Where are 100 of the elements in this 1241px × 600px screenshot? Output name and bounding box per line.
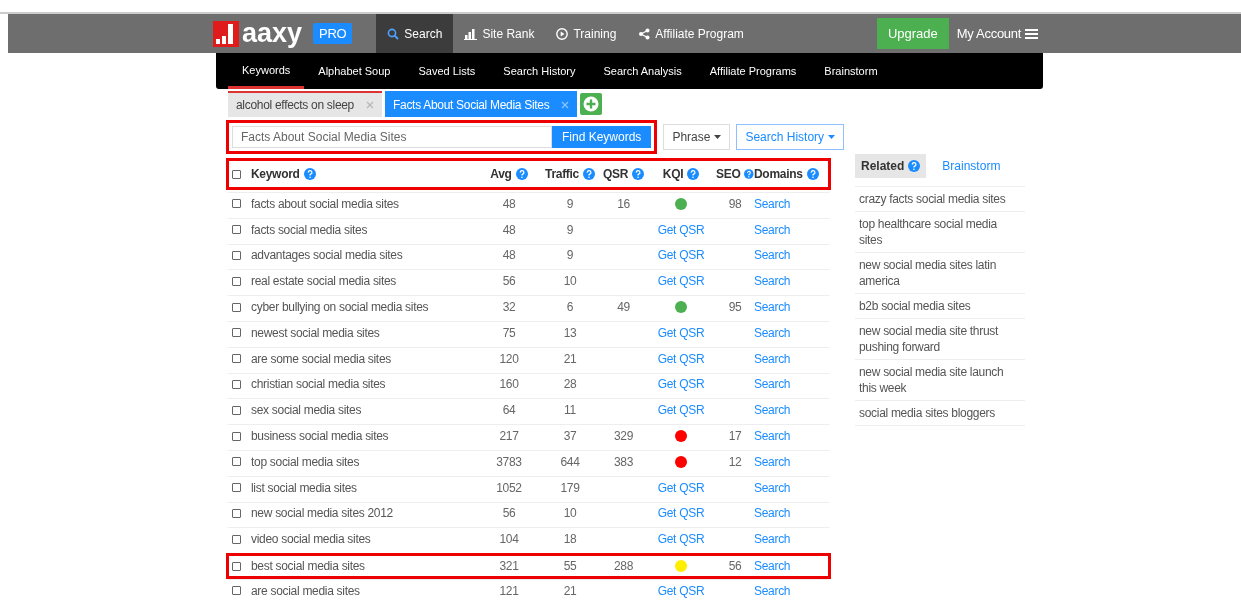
column-header[interactable]: Traffic (545, 167, 579, 181)
phrase-dropdown[interactable]: Phrase (663, 124, 731, 150)
get-qsr-link[interactable]: Get QSR (657, 480, 705, 495)
checkbox[interactable] (232, 379, 241, 389)
help-icon[interactable] (303, 168, 316, 180)
search-tab[interactable]: Facts About Social Media Sites (385, 91, 578, 117)
nav-tab[interactable]: Training (545, 14, 628, 53)
menu-icon[interactable] (1025, 28, 1038, 39)
traffic-cell-text: 10 (562, 274, 578, 289)
search-link[interactable]: Search (754, 454, 791, 469)
checkbox[interactable] (232, 225, 241, 235)
related-keyword[interactable]: new social media sites latin america (855, 253, 1025, 294)
traffic-cell-text: 6 (565, 300, 575, 315)
account-menu[interactable]: My Account (956, 26, 1021, 41)
checkbox[interactable] (232, 328, 241, 338)
caret-icon (714, 135, 722, 139)
checkbox[interactable] (232, 534, 241, 544)
upgrade-button[interactable]: Upgrade (876, 18, 949, 49)
column-header[interactable]: SEO (716, 167, 741, 181)
search-link[interactable]: Search (754, 583, 791, 598)
avg-cell-text: 56 (501, 274, 517, 289)
find-keywords-button[interactable]: Find Keywords (552, 126, 652, 148)
checkbox[interactable] (232, 457, 241, 467)
help-icon[interactable] (582, 168, 595, 180)
column-header[interactable]: Domains (754, 167, 803, 181)
search-link[interactable]: Search (754, 480, 791, 495)
qsr-cell-text: 49 (616, 300, 631, 315)
related-keyword[interactable]: new social media site thrust pushing forward (855, 319, 1025, 360)
related-tab[interactable]: Related (855, 154, 927, 178)
checkbox[interactable] (232, 508, 241, 518)
related-keyword[interactable]: b2b social media sites (855, 294, 1025, 319)
checkbox[interactable] (232, 561, 241, 571)
subnav-tab[interactable]: Saved Lists (404, 53, 490, 89)
checkbox[interactable] (232, 431, 241, 441)
get-qsr-link[interactable]: Get QSR (657, 377, 705, 392)
search-link[interactable]: Search (754, 377, 791, 392)
column-header[interactable]: QSR (602, 167, 629, 181)
nav-tab[interactable]: Affiliate Program (627, 14, 755, 53)
search-field[interactable]: Facts About Social Media Sites (232, 126, 552, 148)
subnav-tab[interactable]: Affiliate Programs (695, 53, 811, 89)
traffic-cell-text: 644 (559, 454, 581, 469)
subnav-tab[interactable]: Alphabet Soup (304, 53, 405, 89)
help-icon[interactable] (908, 160, 921, 172)
help-icon[interactable] (806, 168, 819, 180)
checkbox[interactable] (232, 405, 241, 415)
search-link[interactable]: Search (754, 325, 791, 340)
search-link[interactable]: Search (754, 351, 791, 366)
subnav-tab[interactable]: Search Analysis (589, 53, 696, 89)
search-link[interactable]: Search (754, 559, 791, 574)
get-qsr-link[interactable]: Get QSR (657, 583, 705, 598)
related-keyword[interactable]: crazy facts social media sites (855, 187, 1025, 212)
column-header[interactable]: KQI (662, 167, 684, 181)
add-tab-icon[interactable] (580, 93, 603, 115)
search-tab[interactable]: alcohol effects on sleep (228, 91, 382, 117)
play-circle-icon (556, 27, 569, 40)
related-keyword[interactable]: top healthcare social media sites (855, 212, 1025, 253)
help-icon[interactable] (687, 168, 700, 180)
avg-cell-text: 3783 (495, 454, 523, 469)
related-keyword[interactable]: new social media site launch this week (855, 360, 1025, 401)
help-icon[interactable] (515, 168, 528, 180)
search-link[interactable]: Search (754, 429, 791, 444)
checkbox[interactable] (232, 251, 241, 260)
get-qsr-link[interactable]: Get QSR (657, 222, 705, 237)
seo-cell-text: 17 (727, 429, 743, 444)
column-header[interactable]: Avg (490, 167, 512, 181)
search-link[interactable]: Search (754, 506, 791, 521)
related-keyword[interactable]: social media sites bloggers (855, 401, 1025, 426)
help-icon[interactable] (632, 168, 645, 180)
help-icon[interactable] (744, 168, 754, 180)
checkbox[interactable] (232, 169, 241, 179)
search-history-dropdown[interactable]: Search History (736, 124, 845, 150)
nav-tab[interactable]: Site Rank (453, 14, 546, 53)
subnav-tab[interactable]: Search History (489, 53, 590, 89)
search-link[interactable]: Search (754, 248, 791, 263)
checkbox[interactable] (232, 354, 241, 364)
traffic-cell-text: 55 (562, 559, 578, 574)
checkbox[interactable] (232, 586, 241, 596)
search-link[interactable]: Search (754, 300, 791, 315)
search-link[interactable]: Search (754, 274, 791, 289)
get-qsr-link[interactable]: Get QSR (657, 248, 705, 263)
checkbox[interactable] (232, 199, 241, 209)
search-link[interactable]: Search (754, 532, 791, 547)
get-qsr-link[interactable]: Get QSR (657, 403, 705, 418)
get-qsr-link[interactable]: Get QSR (657, 325, 705, 340)
get-qsr-link[interactable]: Get QSR (657, 532, 705, 547)
get-qsr-link[interactable]: Get QSR (657, 274, 705, 289)
search-link[interactable]: Search (754, 196, 791, 211)
checkbox[interactable] (232, 483, 241, 493)
related-tab[interactable]: Brainstorm (936, 154, 1007, 178)
caret-icon (828, 135, 836, 139)
get-qsr-link[interactable]: Get QSR (657, 506, 705, 521)
subnav-tab[interactable]: Brainstorm (810, 53, 892, 89)
traffic-cell-text: 21 (562, 351, 578, 366)
checkbox[interactable] (232, 302, 241, 312)
nav-tab[interactable]: Search (376, 14, 454, 53)
search-link[interactable]: Search (754, 222, 791, 237)
checkbox[interactable] (232, 276, 241, 286)
search-link[interactable]: Search (754, 403, 791, 418)
column-header[interactable]: Keyword (251, 167, 300, 181)
get-qsr-link[interactable]: Get QSR (657, 351, 705, 366)
